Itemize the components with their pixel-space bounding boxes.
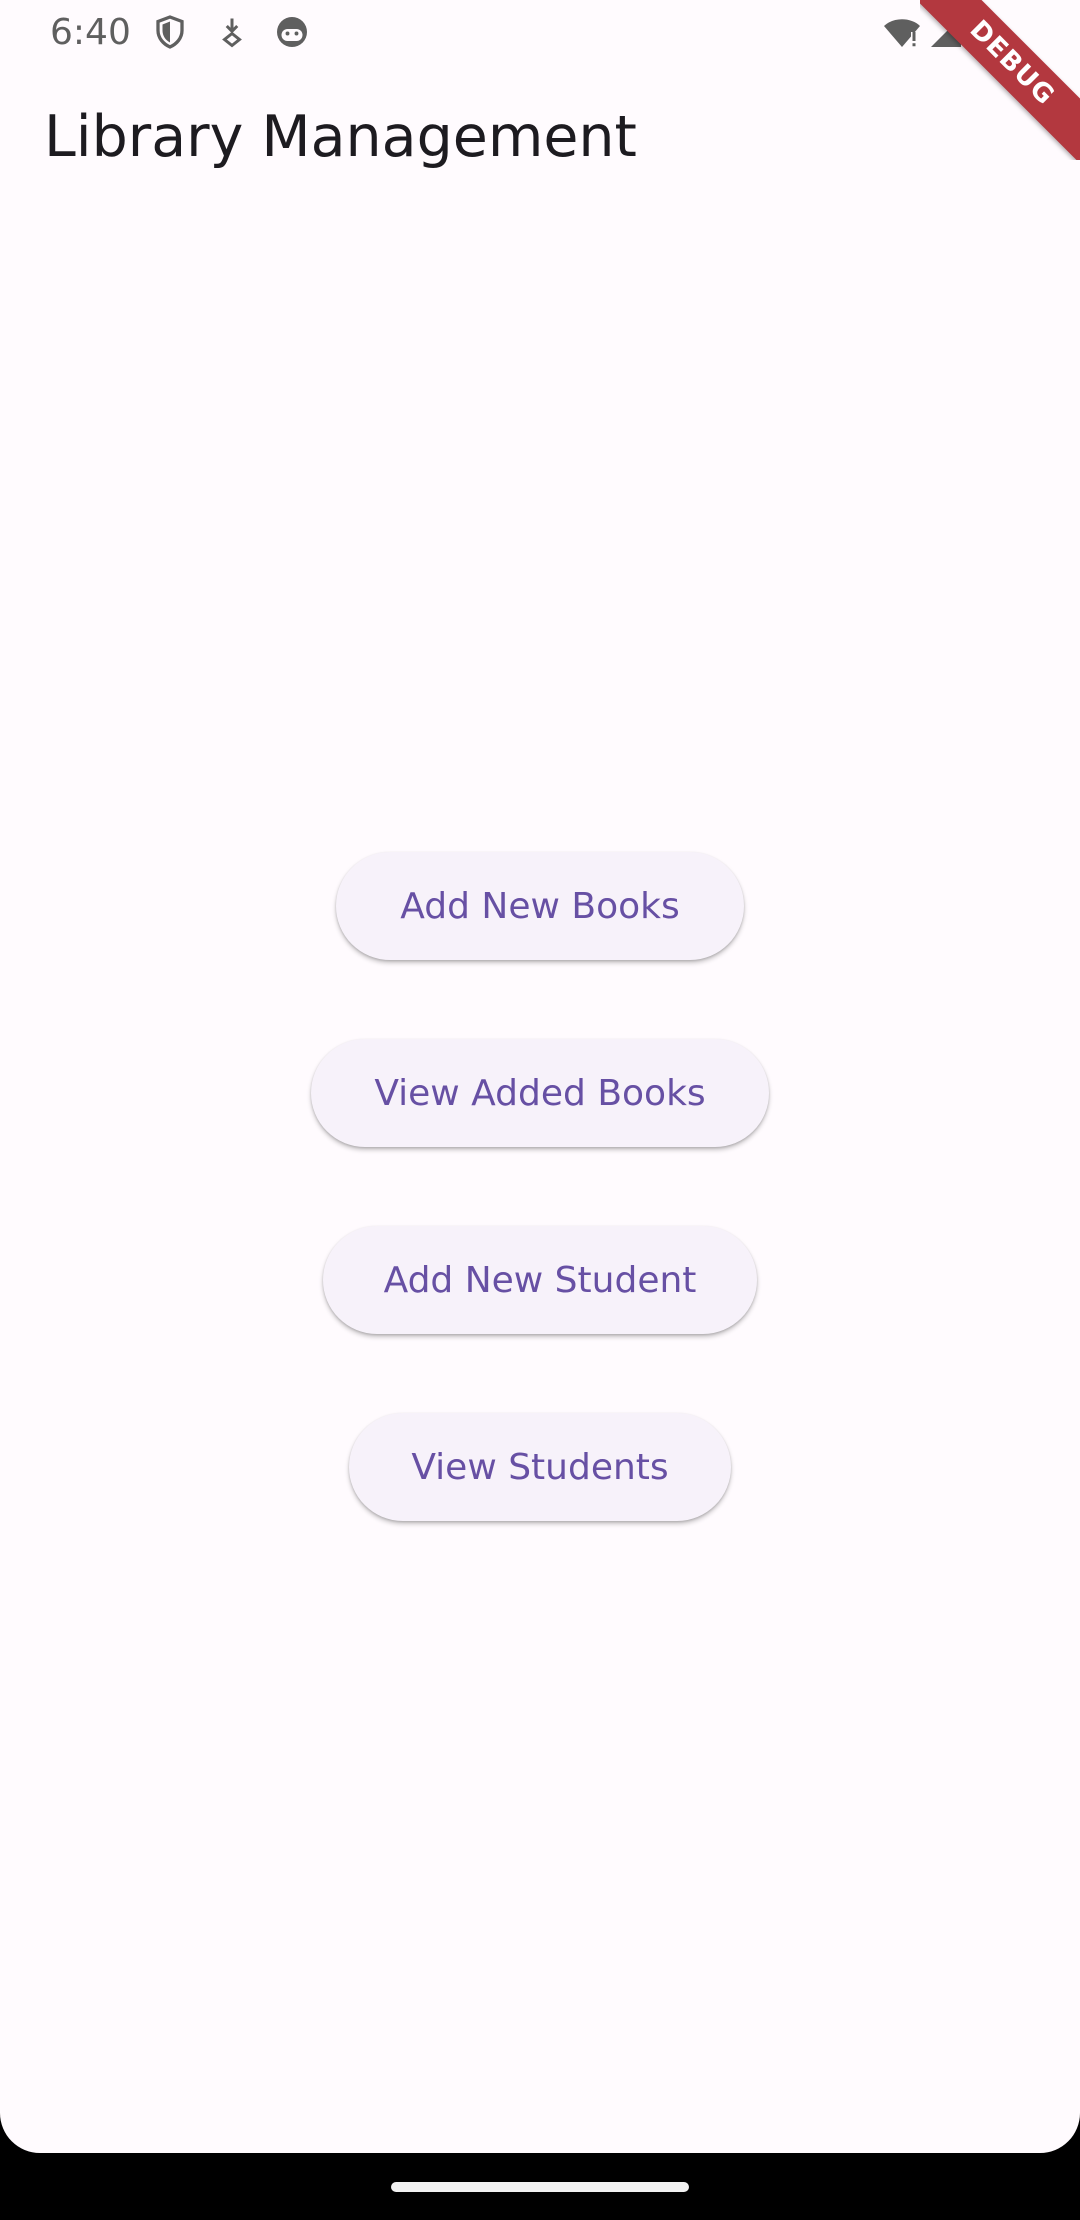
navigation-bar bbox=[0, 2153, 1080, 2220]
screen-corner-right bbox=[1000, 2073, 1080, 2153]
status-time: 6:40 bbox=[50, 12, 131, 53]
add-new-books-button[interactable]: Add New Books bbox=[336, 852, 744, 960]
app-bar: Library Management bbox=[0, 66, 1080, 218]
add-new-student-button[interactable]: Add New Student bbox=[323, 1226, 757, 1334]
face-icon bbox=[274, 14, 310, 50]
view-added-books-button[interactable]: View Added Books bbox=[311, 1039, 769, 1147]
view-students-button[interactable]: View Students bbox=[349, 1413, 731, 1521]
home-gesture-handle[interactable] bbox=[391, 2182, 689, 2192]
shield-icon bbox=[152, 14, 188, 50]
status-bar: 6:40 bbox=[0, 0, 1080, 66]
wifi-alert-icon bbox=[882, 14, 920, 50]
screen-corner-left bbox=[0, 2073, 80, 2153]
page-title: Library Management bbox=[44, 104, 637, 170]
app-screen: 6:40 DEBUG Library Management Add New Bo… bbox=[0, 0, 1080, 2220]
download-icon bbox=[214, 14, 250, 50]
